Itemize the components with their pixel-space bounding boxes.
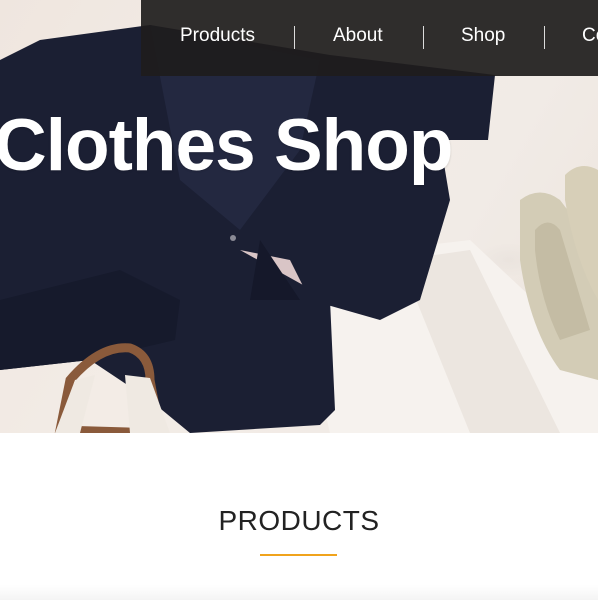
nav-item-about[interactable]: About [333, 25, 383, 47]
section-divider-strip [0, 585, 598, 600]
nav-item-products[interactable]: Products [180, 25, 255, 47]
heading-underline [260, 554, 337, 556]
hero-banner: Products About Shop Co Clothes Shop [0, 0, 598, 433]
hero-title: Clothes Shop [0, 105, 453, 186]
blazer-button [230, 235, 236, 241]
products-heading: PRODUCTS [218, 505, 380, 536]
nav-divider [423, 26, 424, 49]
nav-item-contact[interactable]: Co [582, 25, 598, 47]
top-navbar: Products About Shop Co [141, 0, 598, 76]
nav-divider [294, 26, 295, 49]
nav-divider [544, 26, 545, 49]
nav-item-shop[interactable]: Shop [461, 25, 505, 47]
